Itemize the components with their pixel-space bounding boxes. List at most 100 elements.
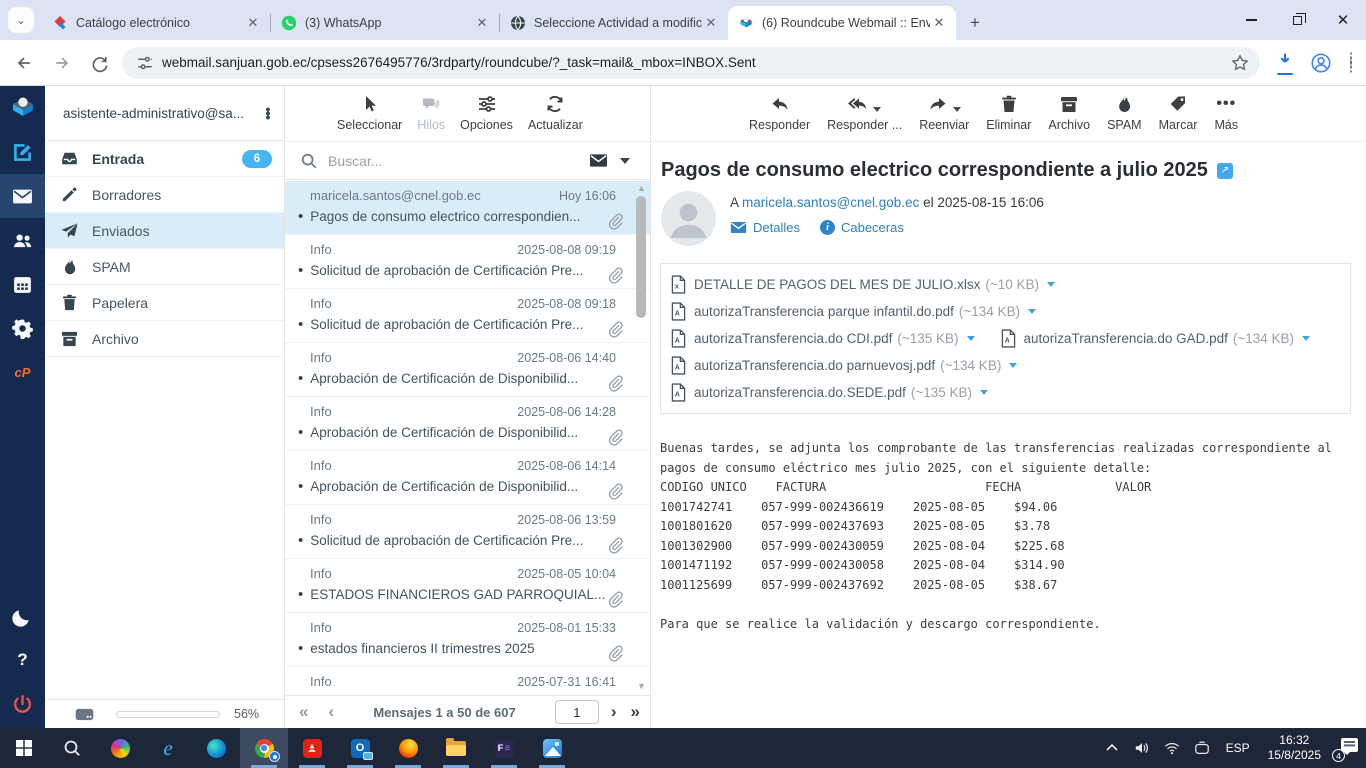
rail-settings-icon[interactable] [0,306,45,350]
profile-avatar-icon[interactable] [1306,48,1336,78]
tab-close-icon[interactable]: ✕ [930,14,948,32]
downloads-icon[interactable] [1270,48,1300,78]
tray-expand-icon[interactable] [1097,728,1127,768]
copilot-button[interactable] [96,728,144,768]
tab-close-icon[interactable]: ✕ [244,14,262,32]
folder-item-archivo[interactable]: Archivo [45,321,284,357]
rail-mail-icon[interactable] [0,174,45,218]
attachment-item[interactable]: A autorizaTransferencia.do CDI.pdf (~135… [671,329,975,348]
cpanel-icon[interactable]: cP [0,350,45,394]
notification-center-button[interactable]: 4 [1332,736,1358,762]
f-app-button[interactable]: F ≡ [480,728,528,768]
folder-item-papelera[interactable]: Papelera [45,285,284,321]
message-list-item[interactable]: Info 2025-08-06 14:14 • Aprobación de Ce… [285,451,650,505]
rail-contacts-icon[interactable] [0,218,45,262]
message-list-item[interactable]: maricela.santos@cnel.gob.ec Hoy 16:06 • … [285,181,650,235]
scrollbar-thumb[interactable] [636,196,646,318]
reply-button[interactable]: Responder [749,93,810,132]
message-list-item[interactable]: Info 2025-07-31 16:41 • [285,667,650,695]
folder-item-borradores[interactable]: Borradores [45,177,284,213]
browser-tab[interactable]: (6) Roundcube Webmail :: Envia ✕ [728,6,956,40]
message-list-item[interactable]: Info 2025-08-05 10:04 • ESTADOS FINANCIE… [285,559,650,613]
photos-button[interactable] [528,728,576,768]
delete-button[interactable]: Eliminar [986,93,1031,132]
options-button[interactable]: Opciones [460,93,513,132]
folder-item-entrada[interactable]: Entrada 6 [45,141,284,177]
select-button[interactable]: Seleccionar [337,93,402,132]
attachment-menu-caret-icon[interactable] [966,336,975,341]
list-scrollbar[interactable]: ▲ ▼ [635,183,648,691]
next-page-icon[interactable]: › [611,702,617,722]
restore-button[interactable] [1274,0,1320,40]
browser-tab[interactable]: Catálogo electrónico ✕ [42,6,270,40]
folder-item-enviados[interactable]: Enviados [45,213,284,249]
acrobat-button[interactable] [288,728,336,768]
forward-button[interactable]: Reenviar [919,93,969,132]
headers-toggle[interactable]: i Cabeceras [819,220,904,235]
tab-close-icon[interactable]: ✕ [473,14,491,32]
outlook-button[interactable]: O [336,728,384,768]
forward-icon[interactable] [48,49,76,77]
volume-icon[interactable] [1127,728,1157,768]
rail-calendar-icon[interactable] [0,262,45,306]
wifi-icon[interactable] [1157,728,1187,768]
logout-icon[interactable] [0,682,45,726]
start-button[interactable] [0,728,48,768]
file-explorer-button[interactable] [432,728,480,768]
reply-all-caret-icon[interactable] [873,106,882,112]
clock[interactable]: 16:32 15/8/2025 [1259,733,1330,763]
mark-button[interactable]: Marcar [1159,93,1197,132]
bookmark-star-icon[interactable] [1230,53,1250,73]
attachment-item[interactable]: A autorizaTransferencia.do.SEDE.pdf (~13… [671,383,989,402]
browser-tab[interactable]: (3) WhatsApp ✕ [271,6,499,40]
page-input[interactable] [554,700,599,724]
display-connect-icon[interactable] [1187,728,1217,768]
compose-icon[interactable] [0,130,45,174]
message-list-item[interactable]: Info 2025-08-01 15:33 • estados financie… [285,613,650,667]
search-scope-icon[interactable] [589,151,608,170]
refresh-icon[interactable] [86,49,114,77]
archive-button[interactable]: Archivo [1048,93,1090,132]
url-bar[interactable]: webmail.sanjuan.gob.ec/cpsess2676495776/… [122,46,1260,79]
browser-tab[interactable]: Seleccione Actividad a modific ✕ [500,6,728,40]
language-indicator[interactable]: ESP [1217,741,1259,755]
attachment-menu-caret-icon[interactable] [1028,309,1037,314]
help-icon[interactable]: ? [0,638,45,682]
message-list-item[interactable]: Info 2025-08-06 14:28 • Aprobación de Ce… [285,397,650,451]
message-list-item[interactable]: Info 2025-08-06 14:40 • Aprobación de Ce… [285,343,650,397]
edge-button[interactable] [192,728,240,768]
attachment-menu-caret-icon[interactable] [980,390,989,395]
attachment-item[interactable]: A autorizaTransferencia parque infantil.… [671,302,1037,321]
reply-all-button[interactable]: Responder ... [827,93,902,132]
more-button[interactable]: ••• Más [1214,93,1238,132]
tab-close-icon[interactable]: ✕ [702,14,720,32]
attachment-menu-caret-icon[interactable] [1046,282,1055,287]
folder-item-spam[interactable]: SPAM [45,249,284,285]
new-tab-button[interactable]: + [962,10,988,36]
account-menu-icon[interactable]: • • • [260,102,276,124]
internet-explorer-button[interactable]: e [144,728,192,768]
back-icon[interactable] [10,49,38,77]
message-list-item[interactable]: Info 2025-08-08 09:18 • Solicitud de apr… [285,289,650,343]
attachment-item[interactable]: x DETALLE DE PAGOS DEL MES DE JULIO.xlsx… [671,275,1055,294]
dark-mode-icon[interactable] [0,594,45,638]
message-list-item[interactable]: Info 2025-08-06 13:59 • Solicitud de apr… [285,505,650,559]
message-list-item[interactable]: Info 2025-08-08 09:19 • Solicitud de apr… [285,235,650,289]
chrome-button[interactable] [240,728,288,768]
attachment-menu-caret-icon[interactable] [1302,336,1311,341]
attachment-menu-caret-icon[interactable] [1009,363,1018,368]
details-toggle[interactable]: Detalles [730,219,800,236]
browser-menu-icon[interactable]: ⋮ ⋮ ⋮ [1342,48,1360,78]
forward-caret-icon[interactable] [952,106,961,112]
refresh-list-button[interactable]: Actualizar [528,93,583,132]
close-button[interactable]: ✕ [1320,0,1366,40]
scroll-up-icon[interactable]: ▲ [635,183,648,193]
minimize-button[interactable] [1228,0,1274,40]
last-page-icon[interactable]: » [631,702,640,722]
spam-button[interactable]: SPAM [1107,93,1142,132]
search-options-chevron-icon[interactable] [620,157,630,164]
threads-button[interactable]: Hilos [417,93,445,132]
site-settings-icon[interactable] [136,54,154,72]
search-input[interactable] [328,152,589,169]
first-page-icon[interactable]: « [299,702,308,722]
